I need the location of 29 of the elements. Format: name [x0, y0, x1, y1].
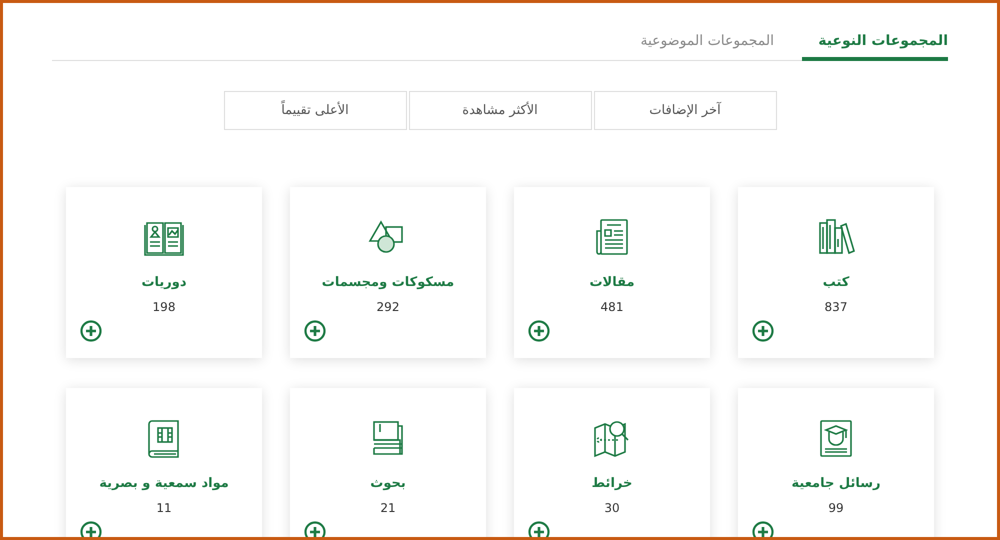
item-count: 21	[380, 501, 396, 515]
collection-tab[interactable]: المجموعات النوعية	[802, 27, 948, 61]
collection-title: رسائل جامعية	[792, 476, 880, 491]
add-icon[interactable]	[304, 521, 326, 537]
item-count: 481	[600, 300, 624, 314]
collection-title: مقالات	[589, 275, 635, 290]
sort-button[interactable]: آخر الإضافات	[594, 91, 776, 130]
item-count: 198	[152, 300, 176, 314]
collection-title: دوريات	[141, 275, 187, 290]
add-icon[interactable]	[80, 521, 102, 537]
item-count: 30	[604, 501, 620, 515]
collection-title: بحوث	[370, 476, 406, 491]
collection-title: مسكوكات ومجسمات	[322, 275, 454, 290]
add-icon[interactable]	[752, 320, 774, 342]
add-icon[interactable]	[304, 320, 326, 342]
collection-title: كتب	[822, 275, 850, 290]
sort-button[interactable]: الأعلى تقييماً	[224, 91, 406, 130]
add-icon[interactable]	[80, 320, 102, 342]
item-count: 11	[156, 501, 172, 515]
item-count: 99	[828, 501, 844, 515]
add-icon[interactable]	[528, 521, 550, 537]
item-count: 837	[824, 300, 848, 314]
sort-button[interactable]: الأكثر مشاهدة	[408, 91, 592, 130]
collection-tab[interactable]: المجموعات الموضوعية	[640, 27, 774, 61]
collection-title: خرائط	[592, 476, 632, 491]
add-icon[interactable]	[528, 320, 550, 342]
collection-title: مواد سمعية و بصرية	[99, 476, 229, 491]
item-count: 292	[376, 300, 400, 314]
add-icon[interactable]	[752, 521, 774, 537]
